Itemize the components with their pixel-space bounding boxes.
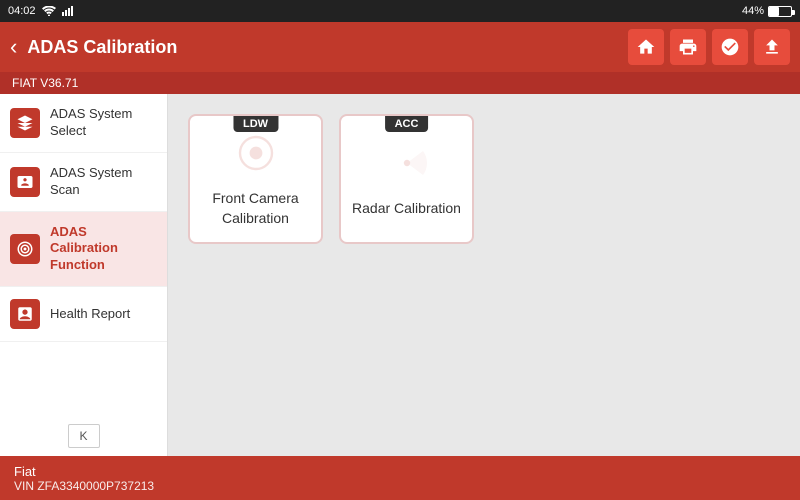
home-button[interactable] <box>628 29 664 65</box>
sidebar-item-adas-calibration-function[interactable]: ADAS Calibration Function <box>0 212 167 288</box>
health-icon-bg <box>10 299 40 329</box>
calibration-icon-bg <box>10 234 40 264</box>
sidebar-spacer <box>0 342 167 416</box>
export-button[interactable] <box>754 29 790 65</box>
print-button[interactable] <box>670 29 706 65</box>
sidebar-item-label-adas-system-scan: ADAS System Scan <box>50 165 157 199</box>
home-icon <box>636 37 656 57</box>
wifi-icon <box>42 6 56 16</box>
sidebar-item-label-health-report: Health Report <box>50 306 130 323</box>
print-icon <box>678 37 698 57</box>
system-select-icon-bg <box>10 108 40 138</box>
system-select-icon <box>16 114 34 132</box>
front-camera-card-icon <box>236 133 276 173</box>
sidebar-item-label-adas-system-select: ADAS System Select <box>50 106 157 140</box>
header-actions <box>628 29 790 65</box>
collapse-button[interactable]: K <box>68 424 100 448</box>
bottom-bar: Fiat VIN ZFA3340000P737213 <box>0 456 800 500</box>
collapse-label: K <box>79 429 87 443</box>
status-bar: 04:02 44% <box>0 0 800 22</box>
card-radar-calibration[interactable]: ACC Radar Calibration <box>339 114 474 244</box>
vehicle-info: Fiat VIN ZFA3340000P737213 <box>14 464 154 493</box>
time-label: 04:02 <box>8 5 36 17</box>
sidebar-item-label-adas-calibration-function: ADAS Calibration Function <box>50 224 157 275</box>
calibration-icon <box>16 240 34 258</box>
sidebar-item-adas-system-select[interactable]: ADAS System Select <box>0 94 167 153</box>
battery-label: 44% <box>742 5 764 17</box>
vehicle-vin: VIN ZFA3340000P737213 <box>14 479 154 493</box>
page-title: ADAS Calibration <box>27 37 618 58</box>
battery-icon <box>768 6 792 17</box>
vehicle-make: Fiat <box>14 464 154 479</box>
export-icon <box>762 37 782 57</box>
status-left: 04:02 <box>8 5 74 17</box>
card-front-camera-label: Front Camera Calibration <box>190 189 321 228</box>
card-radar-calibration-badge: ACC <box>385 116 429 132</box>
card-front-camera-badge: LDW <box>233 116 278 132</box>
adas-button[interactable] <box>712 29 748 65</box>
signal-icon <box>62 6 74 16</box>
card-radar-calibration-label: Radar Calibration <box>344 199 469 219</box>
back-button[interactable]: ‹ <box>10 34 17 60</box>
content-area: LDW Front Camera Calibration ACC Radar C… <box>168 94 800 456</box>
sidebar: ADAS System Select ADAS System Scan ADAS… <box>0 94 168 456</box>
sidebar-item-adas-system-scan[interactable]: ADAS System Scan <box>0 153 167 212</box>
system-scan-icon-bg <box>10 167 40 197</box>
status-right: 44% <box>742 5 792 17</box>
radar-card-icon <box>387 143 427 183</box>
main-layout: ADAS System Select ADAS System Scan ADAS… <box>0 94 800 456</box>
version-bar: FIAT V36.71 <box>0 72 800 94</box>
system-scan-icon <box>16 173 34 191</box>
header: ‹ ADAS Calibration <box>0 22 800 72</box>
health-icon <box>16 305 34 323</box>
version-label: FIAT V36.71 <box>12 76 78 90</box>
sidebar-item-health-report[interactable]: Health Report <box>0 287 167 342</box>
card-front-camera[interactable]: LDW Front Camera Calibration <box>188 114 323 244</box>
adas-icon <box>720 37 740 57</box>
